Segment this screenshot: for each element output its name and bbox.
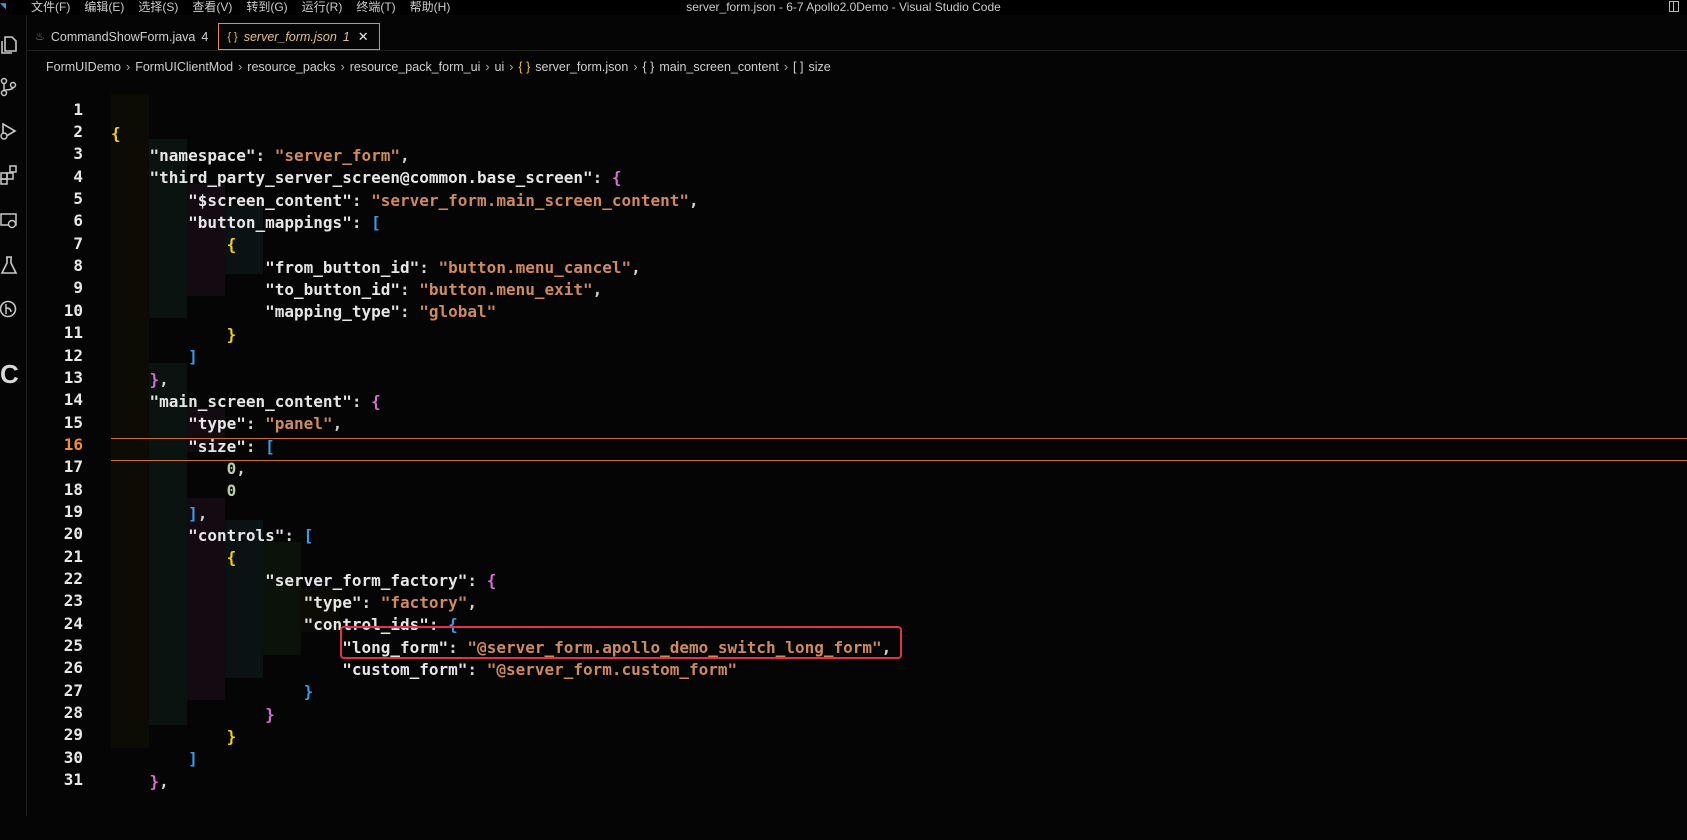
code-line: 22 "type": "factory", xyxy=(27,543,1687,612)
tab-label: server_form.json xyxy=(243,29,337,44)
code-line: 29 ] xyxy=(27,699,1687,768)
json-file-icon: { } xyxy=(518,60,531,74)
code-line: 4 "$screen_content": "server_form.main_s… xyxy=(27,141,1687,210)
tab-label: CommandShowForm.java xyxy=(50,29,196,44)
code-line: 31 xyxy=(27,744,1687,789)
tab-server-form-json[interactable]: { } server_form.json 1 ✕ xyxy=(218,23,380,50)
line-number: 31 xyxy=(63,770,83,789)
source-control-icon[interactable] xyxy=(0,73,26,101)
run-debug-icon[interactable] xyxy=(0,117,26,145)
code-line: 21 "server_form_factory": { xyxy=(27,521,1687,590)
problem-count-badge: 1 xyxy=(342,29,350,44)
breadcrumb-item[interactable]: server_form.json xyxy=(535,60,628,74)
code-line: 17 0 xyxy=(27,431,1687,500)
array-symbol-icon: [ ] xyxy=(793,60,804,74)
code-line: 11 ] xyxy=(27,297,1687,366)
extension-c-icon[interactable]: C xyxy=(0,361,19,387)
breadcrumb-item[interactable]: resource_packs xyxy=(247,60,335,74)
activity-bar: C xyxy=(0,15,27,816)
code-line: 20 { xyxy=(27,498,1687,567)
code-line: 7 "from_button_id": "button.menu_cancel"… xyxy=(27,208,1687,277)
menu-help[interactable]: 帮助(H) xyxy=(403,0,458,15)
menu-edit[interactable]: 编辑(E) xyxy=(77,0,131,15)
chevron-right-icon: › xyxy=(633,60,638,74)
chevron-right-icon: › xyxy=(340,60,345,74)
menu-file[interactable]: 文件(F) xyxy=(24,0,77,15)
code-line: 5 "button_mappings": [ xyxy=(27,163,1687,232)
java-file-icon: ♨ xyxy=(35,31,45,43)
title-bar: ◥ 文件(F) 编辑(E) 选择(S) 查看(V) 转到(G) 运行(R) 终端… xyxy=(0,0,1687,15)
breadcrumb-item[interactable]: size xyxy=(808,60,830,74)
code-line: 18 ], xyxy=(27,454,1687,523)
breadcrumb-item[interactable]: main_screen_content xyxy=(659,60,779,74)
menu-run[interactable]: 运行(R) xyxy=(295,0,350,15)
code-line-active: 16 0, xyxy=(27,409,1687,478)
breadcrumb-item[interactable]: FormUIDemo xyxy=(46,60,121,74)
explorer-icon[interactable] xyxy=(0,31,26,59)
extensions-icon[interactable] xyxy=(0,161,26,189)
code-line: 30 }, xyxy=(27,722,1687,791)
breadcrumb-item[interactable]: ui xyxy=(495,60,505,74)
close-icon[interactable]: ✕ xyxy=(358,29,369,45)
code-line: 28 } xyxy=(27,677,1687,746)
chevron-right-icon: › xyxy=(485,60,490,74)
testing-icon[interactable] xyxy=(0,251,26,279)
toggle-sidebar-layout-icon[interactable] xyxy=(1669,1,1679,12)
chevron-right-icon: › xyxy=(783,60,789,74)
object-symbol-icon: { } xyxy=(642,60,655,74)
json-file-icon: { } xyxy=(227,30,238,43)
menu-view[interactable]: 查看(V) xyxy=(185,0,239,15)
remote-explorer-icon[interactable] xyxy=(0,207,26,235)
chevron-right-icon: › xyxy=(509,60,514,74)
gitlens-icon[interactable] xyxy=(0,295,26,323)
menu-bar: 文件(F) 编辑(E) 选择(S) 查看(V) 转到(G) 运行(R) 终端(T… xyxy=(24,0,457,15)
menu-terminal[interactable]: 终端(T) xyxy=(349,0,402,15)
chevron-right-icon: › xyxy=(238,60,243,74)
highlight-annotation-box xyxy=(340,626,902,659)
tab-commandshowform-java[interactable]: ♨ CommandShowForm.java 4 xyxy=(27,23,218,50)
menu-go[interactable]: 转到(G) xyxy=(239,0,294,15)
code-line: 9 "mapping_type": "global" xyxy=(27,252,1687,321)
editor-tabs: ♨ CommandShowForm.java 4 { } server_form… xyxy=(27,23,1687,51)
code-line-highlighted: 24 "long_form": "@server_form.apollo_dem… xyxy=(27,588,1687,657)
code-line: 15 "size": [ xyxy=(27,387,1687,456)
code-line: 3 "third_party_server_screen@common.base… xyxy=(27,118,1687,187)
code-line: 14 "type": "panel", xyxy=(27,364,1687,433)
code-line: 1 { xyxy=(27,74,1687,143)
code-line: 2 "namespace": "server_form", xyxy=(27,96,1687,165)
code-line: 13 "main_screen_content": { xyxy=(27,342,1687,411)
menu-selection[interactable]: 选择(S) xyxy=(131,0,185,15)
problem-count-badge: 4 xyxy=(201,29,209,44)
code-text: }, xyxy=(149,772,169,791)
vscode-logo-icon: ◥ xyxy=(0,1,6,13)
code-editor[interactable]: 1 { 2 "namespace": "server_form", 3 "thi… xyxy=(27,80,1687,816)
code-line: 19 "controls": [ xyxy=(27,476,1687,545)
code-line: 10 } xyxy=(27,275,1687,344)
code-line: 6 { xyxy=(27,185,1687,254)
breadcrumb-item[interactable]: FormUIClientMod xyxy=(135,60,233,74)
code-line: 23 "control_ids": { xyxy=(27,565,1687,634)
breadcrumb-item[interactable]: resource_pack_form_ui xyxy=(350,60,481,74)
chevron-right-icon: › xyxy=(126,60,131,74)
code-line: 12 }, xyxy=(27,320,1687,389)
code-line: 8 "to_button_id": "button.menu_exit", xyxy=(27,230,1687,299)
